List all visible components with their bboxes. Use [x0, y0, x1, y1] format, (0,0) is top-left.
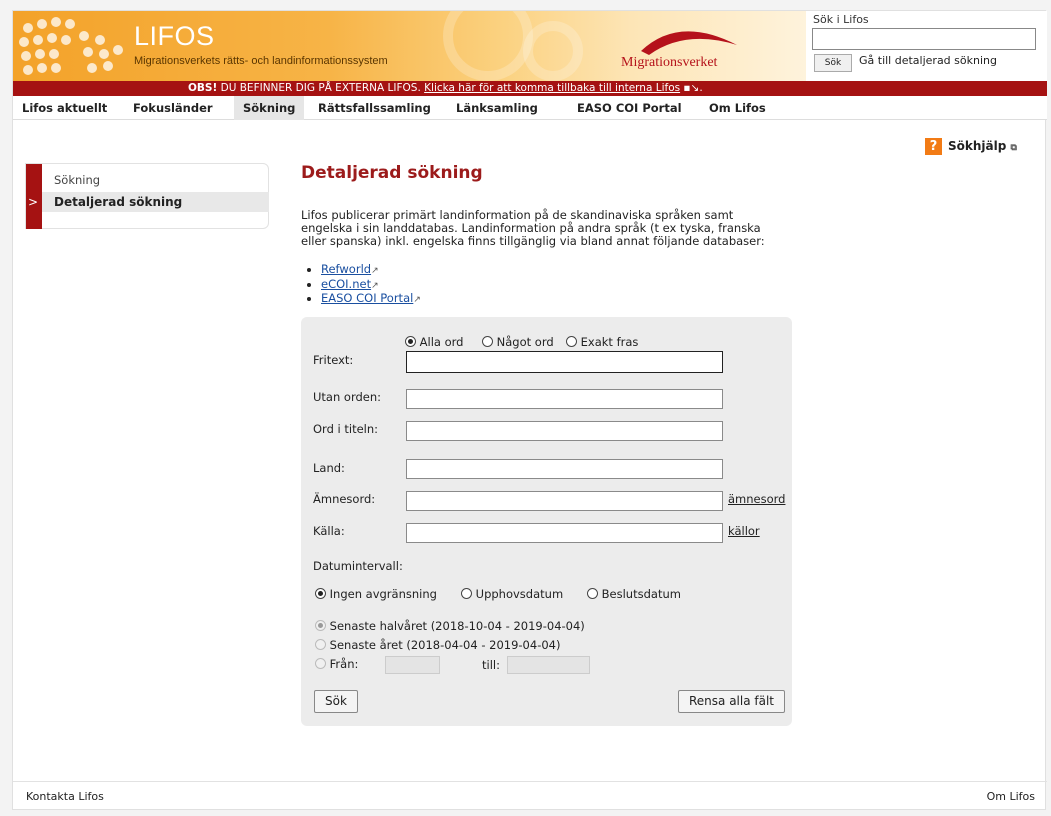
- nav-om-lifos[interactable]: Om Lifos: [700, 96, 775, 120]
- match-exact-option[interactable]: Exakt fras: [566, 335, 638, 349]
- search-button[interactable]: Sök: [814, 54, 852, 72]
- radio-icon[interactable]: [566, 336, 577, 347]
- internal-lifos-link[interactable]: Klicka här för att komma tillbaka till i…: [424, 82, 680, 94]
- match-any-option[interactable]: Något ord: [482, 335, 554, 349]
- kalla-label: Källa:: [313, 524, 345, 538]
- notice-bar: OBS! DU BEFINNER DIG PÅ EXTERNA LIFOS. K…: [13, 81, 1047, 96]
- option-label: Något ord: [496, 335, 554, 349]
- land-input[interactable]: [406, 459, 723, 479]
- option-label: Senaste halvåret (2018-10-04 - 2019-04-0…: [329, 619, 585, 633]
- option-label: Upphovsdatum: [475, 587, 564, 601]
- radio-icon[interactable]: [587, 588, 598, 599]
- list-item: EASO COI Portal ↗: [321, 292, 421, 307]
- ord-i-titeln-input[interactable]: [406, 421, 723, 441]
- external-link-icon: ▪↘: [680, 82, 700, 94]
- land-label: Land:: [313, 461, 345, 475]
- quick-search: Sök i Lifos Sök Gå till detaljerad sökni…: [811, 11, 1047, 81]
- radio-icon[interactable]: [315, 620, 326, 631]
- side-item-label: Detaljerad sökning: [54, 195, 183, 209]
- period-year-option[interactable]: Senaste året (2018-04-04 - 2019-04-04): [315, 638, 560, 652]
- datumintervall-label: Datumintervall:: [313, 559, 403, 573]
- popup-icon: ⧉: [1010, 143, 1017, 153]
- advanced-search-link[interactable]: Gå till detaljerad sökning: [859, 54, 997, 67]
- about-link[interactable]: Om Lifos: [987, 790, 1035, 803]
- option-label: Beslutsdatum: [601, 587, 681, 601]
- chevron-right-icon: >: [28, 195, 39, 209]
- help-label: Sökhjälp: [948, 139, 1007, 153]
- notice-bold: OBS!: [188, 82, 218, 94]
- search-submit-button[interactable]: Sök: [314, 690, 358, 713]
- side-menu: Sökning Detaljerad sökning >: [25, 163, 269, 229]
- date-none-option[interactable]: Ingen avgränsning: [315, 587, 437, 601]
- nav-rattsfallssamling[interactable]: Rättsfallssamling: [309, 96, 440, 120]
- option-label: Ingen avgränsning: [329, 587, 437, 601]
- notice-text: DU BEFINNER DIG PÅ EXTERNA LIFOS.: [217, 82, 425, 94]
- contact-link[interactable]: Kontakta Lifos: [26, 790, 104, 803]
- to-date-input[interactable]: [507, 656, 590, 674]
- list-item: eCOI.net ↗: [321, 277, 421, 293]
- radio-icon[interactable]: [315, 588, 326, 599]
- banner: LIFOS Migrationsverkets rätts- och landi…: [13, 11, 806, 81]
- radio-icon[interactable]: [315, 658, 326, 669]
- radio-icon[interactable]: [315, 639, 326, 650]
- nav-lifos-aktuellt[interactable]: Lifos aktuellt: [13, 96, 116, 120]
- side-item-detaljerad-sokning[interactable]: Detaljerad sökning: [42, 192, 269, 212]
- utan-orden-input[interactable]: [406, 389, 723, 409]
- date-created-option[interactable]: Upphovsdatum: [461, 587, 563, 601]
- nav-lanksamling[interactable]: Länksamling: [447, 96, 547, 120]
- side-item-sokning[interactable]: Sökning: [54, 173, 100, 187]
- help-icon: ?: [925, 138, 942, 155]
- list-item: Refworld ↗: [321, 263, 421, 278]
- clear-all-button[interactable]: Rensa alla fält: [678, 690, 785, 713]
- utan-orden-label: Utan orden:: [313, 390, 382, 404]
- footer: Kontakta Lifos Om Lifos: [13, 781, 1047, 811]
- intro-text: Lifos publicerar primärt landinformation…: [301, 208, 765, 248]
- refworld-link[interactable]: Refworld: [321, 262, 371, 276]
- page-title: Detaljerad sökning: [301, 163, 483, 183]
- amnesord-label: Ämnesord:: [313, 492, 376, 506]
- decoration-ring: [443, 11, 533, 81]
- database-list: Refworld ↗ eCOI.net ↗ EASO COI Portal ↗: [321, 263, 421, 307]
- radio-icon[interactable]: [405, 336, 416, 347]
- brand-name[interactable]: Migrationsverket: [621, 55, 717, 71]
- search-label: Sök i Lifos: [813, 13, 869, 26]
- main-navigation: Lifos aktuellt Fokusländer Sökning Rätts…: [13, 96, 1047, 120]
- option-label: Alla ord: [419, 335, 464, 349]
- period-custom-option[interactable]: Från:: [315, 657, 358, 671]
- ecoi-link[interactable]: eCOI.net: [321, 277, 371, 291]
- decoration-ring: [523, 21, 583, 81]
- external-link-icon: ↗: [371, 266, 379, 276]
- logo-title[interactable]: LIFOS: [134, 21, 215, 52]
- detailed-search-form: Alla ord Något ord Exakt fras Fritext: U…: [301, 317, 792, 726]
- notice-suffix: .: [699, 82, 703, 94]
- to-label: till:: [482, 658, 500, 672]
- external-link-icon: ↗: [413, 295, 421, 305]
- search-input[interactable]: [812, 28, 1036, 50]
- radio-icon[interactable]: [461, 588, 472, 599]
- search-help-link[interactable]: ? Sökhjälp ⧉: [925, 138, 1017, 155]
- easo-link[interactable]: EASO COI Portal: [321, 291, 413, 305]
- logo-subtitle: Migrationsverkets rätts- och landinforma…: [134, 55, 388, 67]
- period-half-year-option[interactable]: Senaste halvåret (2018-10-04 - 2019-04-0…: [315, 619, 585, 633]
- nav-sokning[interactable]: Sökning: [234, 96, 305, 120]
- match-all-option[interactable]: Alla ord: [405, 335, 463, 349]
- fritext-input[interactable]: [406, 351, 723, 373]
- from-date-input[interactable]: [385, 656, 440, 674]
- nav-easo-coi-portal[interactable]: EASO COI Portal: [568, 96, 691, 120]
- kallor-link[interactable]: källor: [728, 524, 760, 538]
- ord-i-titeln-label: Ord i titeln:: [313, 422, 379, 436]
- kalla-input[interactable]: [406, 523, 723, 543]
- amnesord-input[interactable]: [406, 491, 723, 511]
- page: LIFOS Migrationsverkets rätts- och landi…: [12, 10, 1047, 811]
- option-label: Senaste året (2018-04-04 - 2019-04-04): [329, 638, 561, 652]
- amnesord-link[interactable]: ämnesord: [728, 492, 785, 506]
- lifos-logo-dots: [19, 17, 131, 77]
- radio-icon[interactable]: [482, 336, 493, 347]
- date-decision-option[interactable]: Beslutsdatum: [587, 587, 681, 601]
- fritext-label: Fritext:: [313, 353, 354, 367]
- from-label: Från:: [329, 657, 359, 671]
- nav-fokuslander[interactable]: Fokusländer: [124, 96, 222, 120]
- option-label: Exakt fras: [580, 335, 639, 349]
